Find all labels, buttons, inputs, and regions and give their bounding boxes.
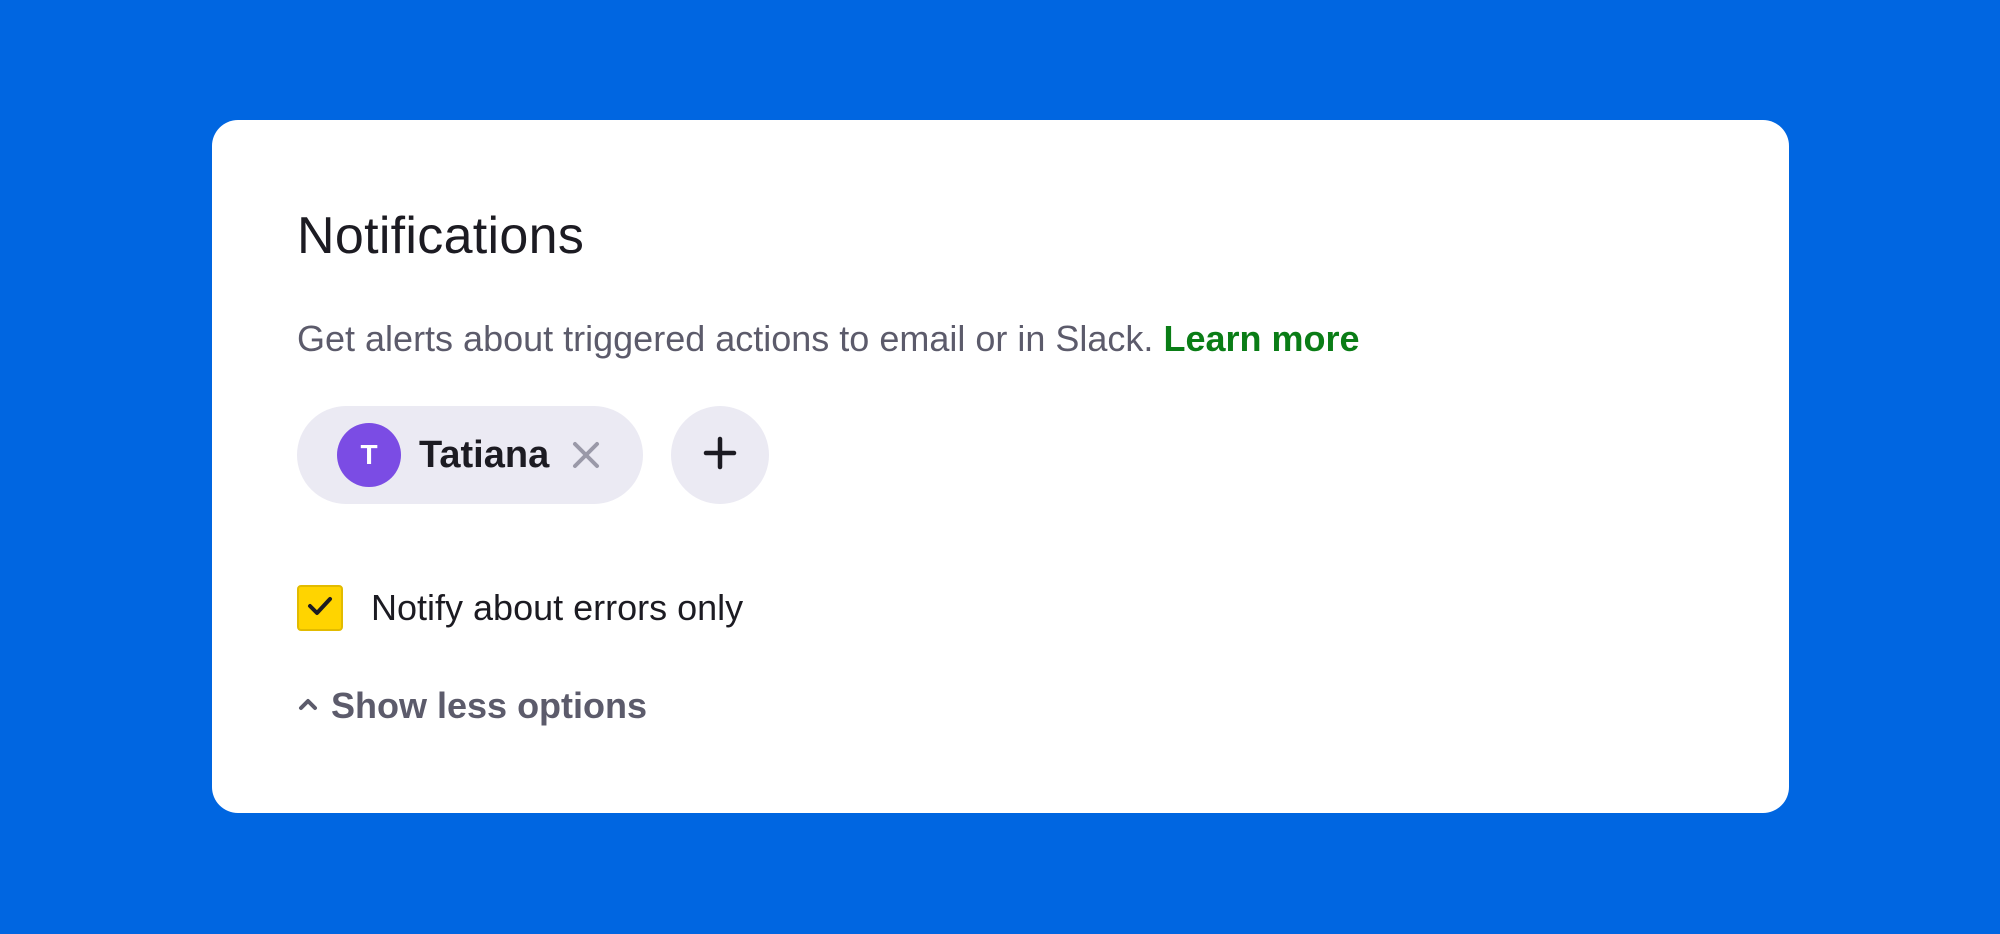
show-less-options-label: Show less options (331, 685, 648, 726)
close-icon[interactable] (569, 438, 603, 472)
avatar: T (337, 423, 401, 487)
show-less-options-toggle[interactable]: Show less options (297, 681, 1789, 731)
description-text: Get alerts about triggered actions to em… (297, 318, 1154, 359)
card-description: Get alerts about triggered actions to em… (297, 317, 1789, 361)
plus-icon (703, 436, 737, 475)
card-title: Notifications (297, 207, 585, 265)
recipient-name: Tatiana (419, 433, 550, 476)
recipient-chip[interactable]: T Tatiana (297, 406, 644, 504)
checkmark-icon (307, 595, 333, 622)
notifications-card: Notifications Get alerts about triggered… (212, 120, 1789, 813)
recipient-list: T Tatiana (297, 406, 1789, 504)
errors-only-option[interactable]: Notify about errors only (297, 583, 1789, 633)
add-recipient-button[interactable] (671, 406, 770, 504)
errors-only-checkbox[interactable] (297, 585, 343, 631)
chevron-up-icon (297, 696, 319, 717)
learn-more-link[interactable]: Learn more (1163, 318, 1359, 359)
errors-only-label: Notify about errors only (371, 587, 744, 628)
